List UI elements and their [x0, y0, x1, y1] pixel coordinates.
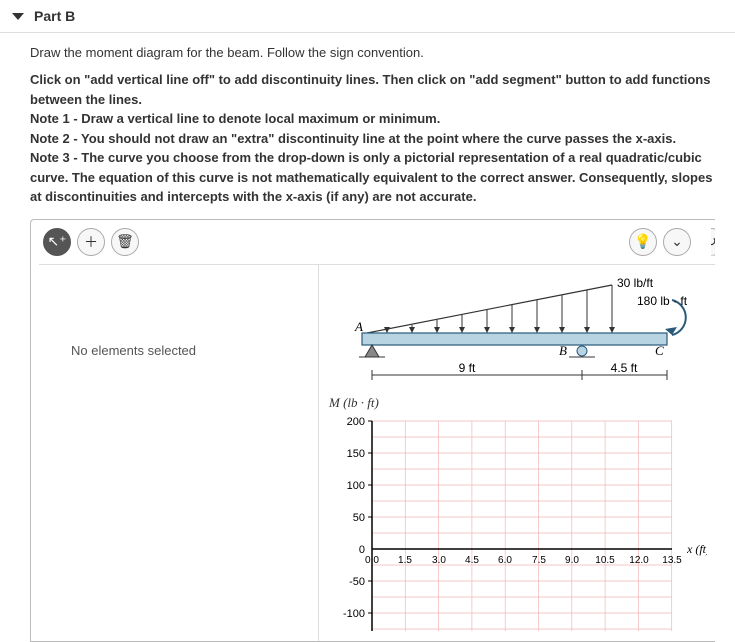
svg-text:150: 150 [347, 448, 365, 460]
svg-text:12.0: 12.0 [629, 555, 649, 566]
toolbar: ↖⁺ ＋ 🗑 💡 ⌄ ↻ [39, 228, 715, 264]
note-line: Note 3 - The curve you choose from the d… [30, 148, 715, 207]
svg-text:50: 50 [353, 512, 365, 524]
instruction-text: Draw the moment diagram for the beam. Fo… [30, 45, 715, 60]
svg-text:10.5: 10.5 [595, 555, 615, 566]
svg-text:-100: -100 [343, 608, 365, 620]
dropdown-button[interactable]: ⌄ [663, 228, 691, 256]
note-line: Note 2 - You should not draw an "extra" … [30, 129, 715, 149]
svg-text:0.0: 0.0 [365, 555, 379, 566]
svg-text:7.5: 7.5 [532, 555, 546, 566]
cursor-tool-button[interactable]: ↖⁺ [43, 228, 71, 256]
svg-text:100: 100 [347, 480, 365, 492]
point-b-label: B [559, 343, 567, 358]
plot-area[interactable]: A B C 30 lb/ft 180 lb · ft 9 ft 4.5 ft M… [319, 265, 715, 641]
load-label: 30 lb/ft [617, 276, 654, 290]
collapse-icon [12, 13, 24, 20]
selection-message: No elements selected [53, 283, 304, 358]
svg-text:200: 200 [347, 416, 365, 428]
notes-block: Click on "add vertical line off" to add … [30, 70, 715, 207]
svg-text:1.5: 1.5 [398, 555, 412, 566]
svg-text:4.5: 4.5 [465, 555, 479, 566]
svg-text:13.5: 13.5 [662, 555, 682, 566]
stage: No elements selected [39, 264, 715, 641]
toolbar-right: 💡 ⌄ ↻ [629, 228, 711, 256]
redo-button[interactable]: ↻ [697, 228, 715, 256]
svg-text:3.0: 3.0 [432, 555, 446, 566]
hint-button[interactable]: 💡 [629, 228, 657, 256]
body: Draw the moment diagram for the beam. Fo… [0, 33, 735, 642]
span1-label: 9 ft [459, 361, 476, 375]
note-line: Note 1 - Draw a vertical line to denote … [30, 109, 715, 129]
note-line: Click on "add vertical line off" to add … [30, 70, 715, 109]
side-panel: No elements selected [39, 265, 319, 641]
delete-button[interactable]: 🗑 [111, 228, 139, 256]
add-element-button[interactable]: ＋ [77, 228, 105, 256]
span2-label: 4.5 ft [611, 361, 638, 375]
moment-grid[interactable]: 200 150 100 50 0 -50 -100 0.0 1.5 3.0 4.… [327, 411, 707, 641]
x-axis-label: x (ft) [686, 542, 707, 556]
section-title: Part B [34, 8, 75, 24]
point-a-label: A [354, 319, 363, 334]
moment-label: 180 lb · ft [637, 294, 688, 308]
section-header[interactable]: Part B [0, 0, 735, 33]
svg-text:-50: -50 [349, 576, 365, 588]
point-c-label: C [655, 343, 664, 358]
svg-text:6.0: 6.0 [498, 555, 512, 566]
svg-text:9.0: 9.0 [565, 555, 579, 566]
drawing-canvas: ↖⁺ ＋ 🗑 💡 ⌄ ↻ No elements selected [30, 219, 715, 642]
beam-diagram: A B C 30 lb/ft 180 lb · ft 9 ft 4.5 ft [327, 275, 697, 395]
y-axis-label: M (lb · ft) [329, 395, 707, 411]
